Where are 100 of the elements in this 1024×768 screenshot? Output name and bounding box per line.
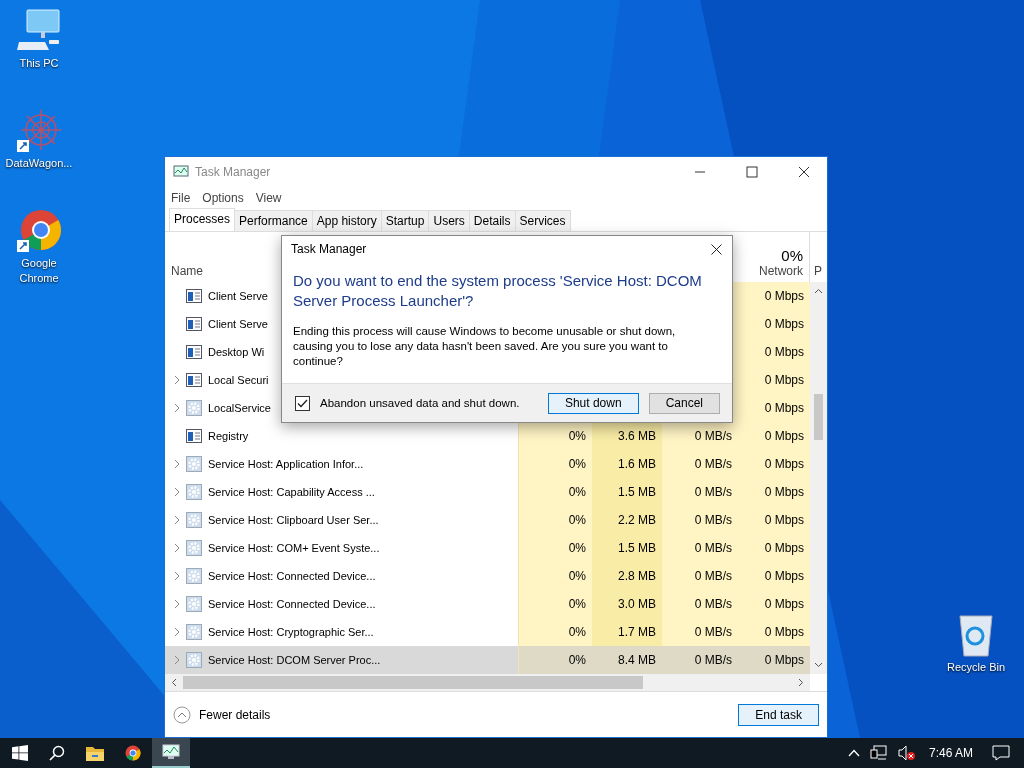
checkbox[interactable] xyxy=(295,395,310,411)
desktop-icon-label[interactable]: Google Chrome xyxy=(4,256,74,286)
chevron-icon[interactable] xyxy=(174,571,180,581)
gear-icon xyxy=(186,596,202,612)
tab[interactable]: Startup xyxy=(380,210,430,231)
scrollbar-thumb[interactable] xyxy=(814,394,823,440)
chevron-icon[interactable] xyxy=(174,487,180,497)
notification-icon[interactable] xyxy=(992,745,1010,761)
network-value: 0 Mbps xyxy=(764,541,804,555)
collapse-icon[interactable] xyxy=(173,705,191,724)
menu-item[interactable]: File xyxy=(171,191,191,205)
process-row[interactable]: Service Host: Cryptographic Ser... 0% 1.7 MB 0 MB/s 0 Mbps xyxy=(165,618,810,646)
muted-speaker-icon[interactable] xyxy=(897,745,916,761)
desktop-icon-label[interactable]: Recycle Bin xyxy=(946,660,1006,675)
maximize-icon[interactable] xyxy=(746,166,758,178)
scroll-left-icon[interactable] xyxy=(171,678,177,687)
process-name: Client Serve xyxy=(208,318,268,330)
monitor-icon xyxy=(162,744,180,760)
cpu-value: 0% xyxy=(568,569,586,583)
column-header[interactable]: Network xyxy=(759,264,803,278)
disk-value: 0 MB/s xyxy=(694,541,732,555)
cpu-value: 0% xyxy=(568,513,586,527)
browser-icon[interactable] xyxy=(15,208,63,254)
gear-icon xyxy=(186,624,202,640)
checkbox-label[interactable]: Abandon unsaved data and shut down. xyxy=(320,397,520,409)
tab[interactable]: Details xyxy=(468,210,516,231)
dialog-button[interactable]: Cancel xyxy=(648,392,720,414)
horizontal-scrollbar[interactable] xyxy=(165,674,810,691)
starburst-icon[interactable] xyxy=(15,108,63,154)
scroll-right-icon[interactable] xyxy=(798,678,804,687)
chevron-up-icon[interactable] xyxy=(847,749,860,757)
process-row[interactable]: Service Host: DCOM Server Proc... 0% 8.4 MB 0 MB/s 0 Mbps xyxy=(165,646,810,674)
dialog-title: Task Manager xyxy=(291,242,367,256)
vertical-scrollbar[interactable] xyxy=(810,282,827,674)
network-value: 0 Mbps xyxy=(764,625,804,639)
cpu-value: 0% xyxy=(568,485,586,499)
window-icon xyxy=(186,289,202,303)
disk-value: 0 MB/s xyxy=(694,457,732,471)
chevron-icon[interactable] xyxy=(174,627,180,637)
windows-start-icon[interactable] xyxy=(12,745,28,761)
process-row[interactable]: Service Host: COM+ Event Syste... 0% 1.5 MB 0 MB/s 0 Mbps xyxy=(165,534,810,562)
disk-value: 0 MB/s xyxy=(694,625,732,639)
desktop-icon-label[interactable]: This PC xyxy=(19,56,59,71)
window-icon xyxy=(186,317,202,331)
memory-value: 1.5 MB xyxy=(618,485,656,499)
network-value: 0 Mbps xyxy=(764,457,804,471)
process-name: Service Host: Capability Access ... xyxy=(208,486,375,498)
network-value: 0 Mbps xyxy=(764,317,804,331)
window-title: Task Manager xyxy=(195,165,271,179)
clock[interactable]: 7:46 AM xyxy=(928,746,973,760)
chevron-icon[interactable] xyxy=(174,403,180,413)
cpu-value: 0% xyxy=(568,597,586,611)
dialog-message: Ending this process will cause Windows to become unusable or shut down, causing you to lose any data hasn't been saved. Are you sure you want to continue? xyxy=(292,324,677,369)
network-value: 0 Mbps xyxy=(764,289,804,303)
tab[interactable]: Users xyxy=(428,210,470,231)
scrollbar-thumb[interactable] xyxy=(183,676,643,689)
end-task-button[interactable]: End task xyxy=(738,703,819,726)
process-row[interactable]: Service Host: Connected Device... 0% 3.0 MB 0 MB/s 0 Mbps xyxy=(165,590,810,618)
monitor-icon xyxy=(173,165,189,179)
scroll-down-icon[interactable] xyxy=(814,662,823,668)
scroll-up-icon[interactable] xyxy=(814,288,823,294)
chevron-icon[interactable] xyxy=(174,459,180,469)
disk-value: 0 MB/s xyxy=(694,653,732,667)
network-value: 0 Mbps xyxy=(764,513,804,527)
disk-value: 0 MB/s xyxy=(694,429,732,443)
process-row[interactable]: Service Host: Capability Access ... 0% 1.5 MB 0 MB/s 0 Mbps xyxy=(165,478,810,506)
tab[interactable]: Services xyxy=(514,210,571,231)
chevron-icon[interactable] xyxy=(174,515,180,525)
network-icon[interactable] xyxy=(869,745,888,761)
chevron-icon[interactable] xyxy=(174,599,180,609)
window-icon xyxy=(186,373,202,387)
close-icon[interactable] xyxy=(711,243,722,255)
cpu-value: 0% xyxy=(568,541,586,555)
process-row[interactable]: Service Host: Clipboard User Ser... 0% 2.2 MB 0 MB/s 0 Mbps xyxy=(165,506,810,534)
column-header[interactable]: P xyxy=(810,264,827,282)
menu-item[interactable]: View xyxy=(255,191,282,205)
tab[interactable]: Processes xyxy=(169,208,236,231)
process-row[interactable]: Service Host: Connected Device... 0% 2.8 MB 0 MB/s 0 Mbps xyxy=(165,562,810,590)
gear-icon xyxy=(186,400,202,416)
memory-value: 2.2 MB xyxy=(618,513,656,527)
close-icon[interactable] xyxy=(798,166,810,178)
tab[interactable]: Performance xyxy=(234,210,313,231)
disk-value: 0 MB/s xyxy=(694,513,732,527)
taskbar-app[interactable] xyxy=(152,738,190,768)
cpu-value: 0% xyxy=(568,625,586,639)
process-row[interactable]: Service Host: Application Infor... 0% 1.6 MB 0 MB/s 0 Mbps xyxy=(165,450,810,478)
fewer-details-link[interactable]: Fewer details xyxy=(199,707,271,722)
cpu-value: 0% xyxy=(568,457,586,471)
gear-icon xyxy=(186,512,202,528)
disk-value: 0 MB/s xyxy=(694,597,732,611)
chevron-icon[interactable] xyxy=(174,375,180,385)
tab[interactable]: App history xyxy=(311,210,382,231)
process-name: Service Host: DCOM Server Proc... xyxy=(208,654,381,666)
memory-value: 3.0 MB xyxy=(618,597,656,611)
menu-item[interactable]: Options xyxy=(202,191,244,205)
desktop-icon-label[interactable]: DataWagon... xyxy=(5,156,73,171)
chevron-icon[interactable] xyxy=(174,543,180,553)
dialog-button[interactable]: Shut down xyxy=(547,392,639,414)
gear-icon xyxy=(186,484,202,500)
process-name: Registry xyxy=(208,430,249,442)
